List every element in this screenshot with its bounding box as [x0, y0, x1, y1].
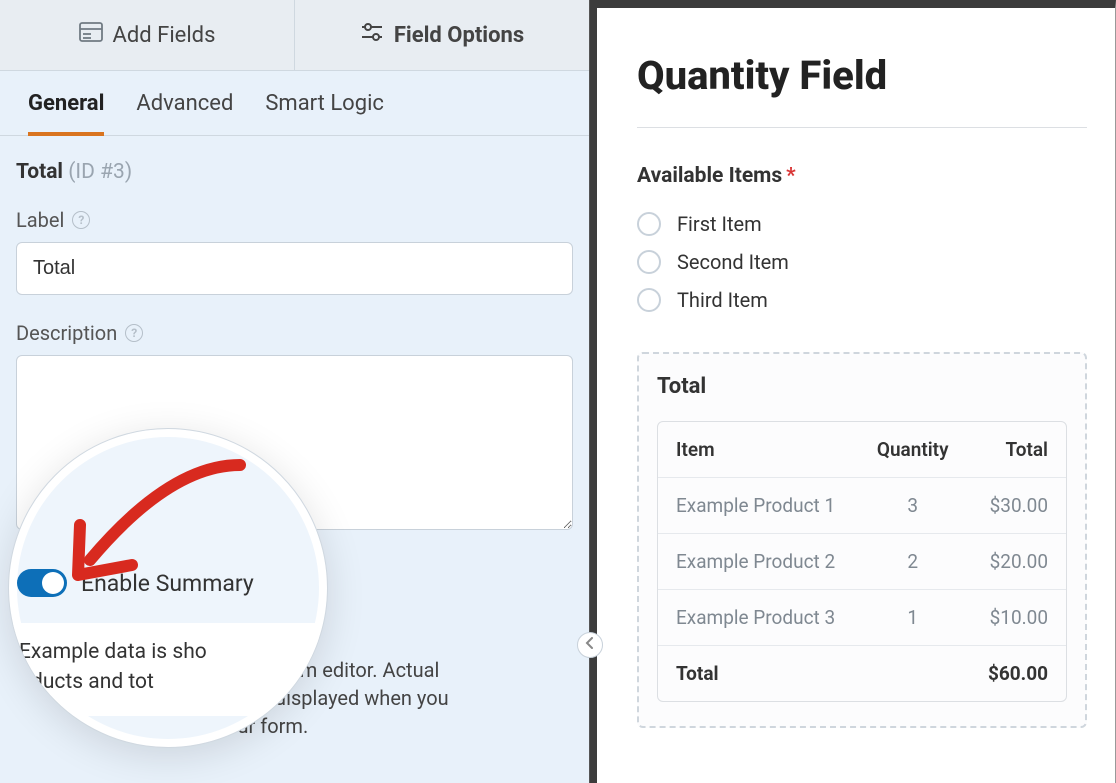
cell-total: $20.00 [968, 534, 1066, 590]
list-item[interactable]: Third Item [637, 288, 1087, 312]
description-label: Description ? [16, 321, 573, 345]
top-tabs: Add Fields Field Options [0, 0, 589, 71]
collapse-panel-button[interactable] [577, 632, 603, 658]
info-line-1: Example data is sho [19, 637, 303, 667]
list-item[interactable]: First Item [637, 212, 1087, 236]
cell-qty: 2 [858, 534, 968, 590]
grand-total-value: $60.00 [968, 646, 1066, 701]
subtab-smart-logic[interactable]: Smart Logic [265, 91, 384, 136]
cell-qty: 1 [858, 590, 968, 646]
form-fields-icon [79, 22, 103, 48]
label-input[interactable] [16, 242, 573, 295]
enable-summary-label: Enable Summary [81, 570, 254, 597]
cell-qty: 3 [858, 478, 968, 534]
field-options-panel: Add Fields Field Options General Advance… [0, 0, 590, 783]
toggle-knob [42, 572, 64, 594]
label-label: Label ? [16, 208, 573, 232]
label-block: Label ? [16, 208, 573, 295]
preview-divider [637, 127, 1087, 128]
cell-total: $30.00 [968, 478, 1066, 534]
subtab-general[interactable]: General [28, 91, 104, 136]
required-star: * [786, 164, 796, 188]
help-icon[interactable]: ? [72, 211, 90, 229]
chevron-left-icon [585, 637, 595, 653]
table-header-row: Item Quantity Total [658, 422, 1066, 478]
field-header: Total (ID #3) [16, 160, 573, 184]
item-label: First Item [677, 212, 762, 236]
field-id: (ID #3) [68, 160, 132, 184]
radio-icon [637, 212, 661, 236]
radio-icon [637, 288, 661, 312]
subtab-advanced[interactable]: Advanced [136, 91, 233, 136]
form-preview: Quantity Field Available Items* First It… [590, 0, 1116, 783]
radio-icon [637, 250, 661, 274]
tab-field-options[interactable]: Field Options [295, 0, 589, 70]
desc-label-text: Description [16, 321, 117, 345]
cell-total: $10.00 [968, 590, 1066, 646]
cell-item: Example Product 2 [658, 534, 858, 590]
preview-title: Quantity Field [637, 52, 1087, 99]
field-name: Total [16, 160, 63, 184]
table-row: Example Product 2 2 $20.00 [658, 534, 1066, 590]
cell-item: Example Product 3 [658, 590, 858, 646]
table-total-row: Total $60.00 [658, 646, 1066, 701]
table-row: Example Product 3 1 $10.00 [658, 590, 1066, 646]
cell-item: Example Product 1 [658, 478, 858, 534]
label-text: Label [16, 208, 64, 232]
enable-summary-row: Enable Summary [21, 569, 311, 597]
tab-add-fields-label: Add Fields [113, 23, 216, 48]
available-items-label: Available Items* [637, 164, 1087, 188]
summary-table: Item Quantity Total Example Product 1 3 … [657, 421, 1067, 702]
sliders-icon [360, 22, 384, 48]
list-item[interactable]: Second Item [637, 250, 1087, 274]
available-items-list: First Item Second Item Third Item [637, 212, 1087, 312]
enable-summary-toggle[interactable] [17, 569, 67, 597]
total-block: Total Item Quantity Total Example Produc… [637, 352, 1087, 728]
col-item: Item [658, 422, 858, 478]
help-icon[interactable]: ? [125, 324, 143, 342]
sub-tabs: General Advanced Smart Logic [0, 71, 589, 136]
summary-info-box: Example data is sho oducts and tot [8, 623, 319, 716]
zoom-lens: Enable Summary Example data is sho oduct… [8, 428, 328, 748]
total-block-title: Total [657, 374, 1067, 399]
item-label: Second Item [677, 250, 789, 274]
table-row: Example Product 1 3 $30.00 [658, 478, 1066, 534]
tab-add-fields[interactable]: Add Fields [0, 0, 295, 70]
info-line-2: oducts and tot [19, 667, 303, 697]
col-total: Total [968, 422, 1066, 478]
grand-total-label: Total [658, 646, 858, 701]
item-label: Third Item [677, 288, 768, 312]
col-quantity: Quantity [858, 422, 968, 478]
tab-field-options-label: Field Options [394, 23, 524, 48]
